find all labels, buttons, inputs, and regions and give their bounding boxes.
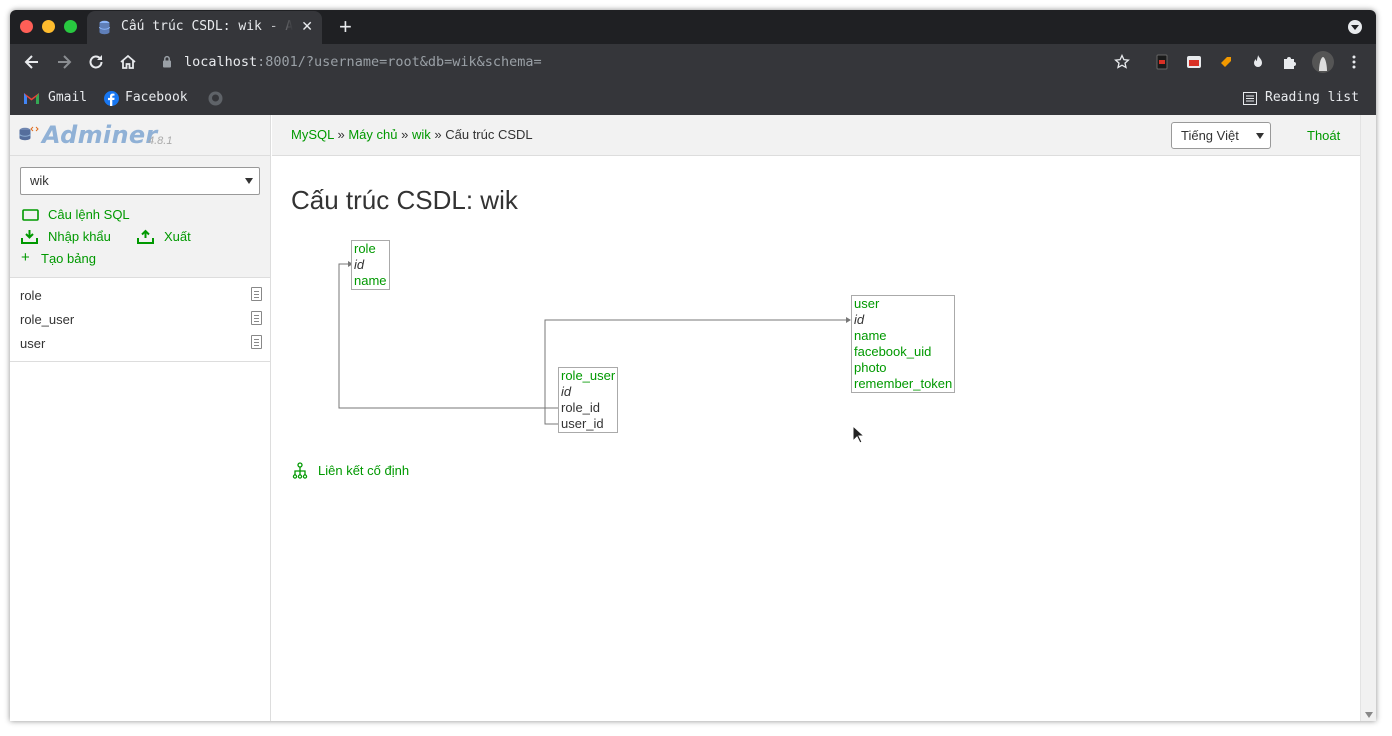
lock-icon[interactable] xyxy=(162,55,172,68)
schema-field: name xyxy=(354,273,387,288)
schema-field-primary: id xyxy=(354,257,365,272)
bookmark-gmail[interactable]: Gmail xyxy=(48,90,87,105)
sitemap-icon xyxy=(292,462,308,479)
schema-table-user[interactable]: user id name facebook_uid photo remember… xyxy=(851,295,956,393)
schema-table-role[interactable]: role id name xyxy=(351,240,390,290)
schema-field: photo xyxy=(854,360,887,375)
schema-field: facebook_uid xyxy=(854,344,932,359)
github-icon[interactable] xyxy=(208,91,223,106)
tab-strip: Cấu trúc CSDL: wik - Adminer ✕ + xyxy=(10,10,1376,44)
schema-field: remember_token xyxy=(854,376,953,391)
permanent-link[interactable]: Liên kết cố định xyxy=(318,463,409,478)
address-bar[interactable]: localhost:8001/?username=root&db=wik&sch… xyxy=(184,54,542,70)
extension-pdf-icon[interactable] xyxy=(1154,54,1170,70)
close-window-button[interactable] xyxy=(20,20,33,33)
schema-field-primary: id xyxy=(854,312,865,327)
bookmarks-bar: Gmail Facebook Reading list xyxy=(10,81,1376,115)
reading-list-button[interactable]: Reading list xyxy=(1265,90,1359,105)
browser-menu-icon[interactable] xyxy=(1346,54,1362,70)
schema-relations xyxy=(338,261,851,425)
extensions-puzzle-icon[interactable] xyxy=(1282,54,1298,70)
extension-fire-icon[interactable] xyxy=(1250,54,1266,70)
schema-table-name[interactable]: role_user xyxy=(561,368,615,384)
browser-toolbar: localhost:8001/?username=root&db=wik&sch… xyxy=(10,44,1376,81)
facebook-icon xyxy=(104,91,119,106)
mouse-cursor-icon xyxy=(852,425,864,444)
database-icon xyxy=(99,20,110,35)
schema-table-name[interactable]: user xyxy=(854,296,952,312)
schema-field-foreign: user_id xyxy=(561,416,604,431)
schema-table-name[interactable]: role xyxy=(354,241,387,257)
new-tab-button[interactable]: + xyxy=(339,14,352,40)
page-content: Adminer 4.8.1 wik Câu lệnh SQL Nhập khẩu… xyxy=(10,115,1376,721)
browser-window: Cấu trúc CSDL: wik - Adminer ✕ + localho… xyxy=(10,10,1376,721)
maximize-window-button[interactable] xyxy=(64,20,77,33)
bookmark-facebook[interactable]: Facebook xyxy=(125,90,188,105)
tab-search-button[interactable] xyxy=(1348,20,1362,34)
minimize-window-button[interactable] xyxy=(42,20,55,33)
tab-title: Cấu trúc CSDL: wik - Adminer xyxy=(121,19,293,34)
page-scrollbar[interactable] xyxy=(1360,115,1376,721)
close-tab-icon[interactable]: ✕ xyxy=(301,18,313,35)
profile-avatar[interactable] xyxy=(1312,51,1334,73)
schema-field-foreign: role_id xyxy=(561,400,601,415)
reload-icon[interactable] xyxy=(86,52,106,72)
bookmark-star-icon[interactable] xyxy=(1114,54,1130,70)
extension-tag-icon[interactable] xyxy=(1218,54,1234,70)
scroll-down-icon[interactable] xyxy=(1365,712,1373,718)
extension-window-icon[interactable] xyxy=(1186,54,1202,70)
schema-table-role-user[interactable]: role_user id role_id user_id xyxy=(558,367,619,433)
schema-field: name xyxy=(854,328,887,343)
url-path: :8001/?username=root&db=wik&schema= xyxy=(257,54,542,70)
reading-list-icon xyxy=(1243,92,1257,105)
active-tab[interactable]: Cấu trúc CSDL: wik - Adminer ✕ xyxy=(87,11,322,44)
home-icon[interactable] xyxy=(118,52,138,72)
url-host: localhost xyxy=(184,54,258,70)
gmail-icon xyxy=(24,93,39,104)
back-icon[interactable] xyxy=(22,52,42,72)
forward-icon[interactable] xyxy=(54,52,74,72)
schema-field-primary: id xyxy=(561,384,572,399)
